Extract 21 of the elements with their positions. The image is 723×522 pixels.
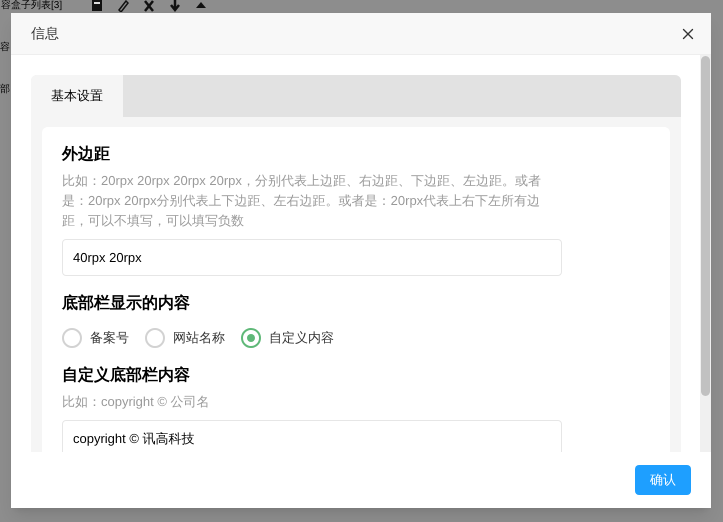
field-hint: 比如：copyright © 公司名 [62,393,211,411]
toolbar-icon[interactable] [168,0,182,12]
field-label: 外边距 [62,144,111,165]
field-hint: 比如：20rpx 20rpx 20rpx 20rpx，分别代表上边距、右边距、下边距、左边距。或者是：20rpx 20rpx分别代表上下边距、左右边距。或者是：20rpx代表上右下左所有边距，可以不填写，可以填写负数 [62,172,542,230]
radio-label[interactable]: 备案号 [90,328,129,348]
tab[interactable]: 基本设置 [31,75,123,117]
radio-label[interactable]: 自定义内容 [269,328,334,348]
dialog-title: 信息 [31,24,59,43]
text-field[interactable]: copyright © 讯高科技 [62,420,562,452]
text-field[interactable]: 40rpx 20rpx [62,239,562,276]
toolbar-icon[interactable] [90,0,104,12]
page-label: 容 [0,42,10,54]
toolbar-icon[interactable] [116,0,130,12]
page-label: 部 [0,84,10,96]
radio-button[interactable] [145,328,165,348]
radio-button[interactable] [62,328,82,348]
field-label: 自定义底部栏内容 [62,365,191,386]
field-label: 底部栏显示的内容 [62,293,191,314]
toolbar-icon[interactable] [142,0,156,12]
radio-label[interactable]: 网站名称 [173,328,225,348]
radio-button[interactable] [241,328,261,348]
